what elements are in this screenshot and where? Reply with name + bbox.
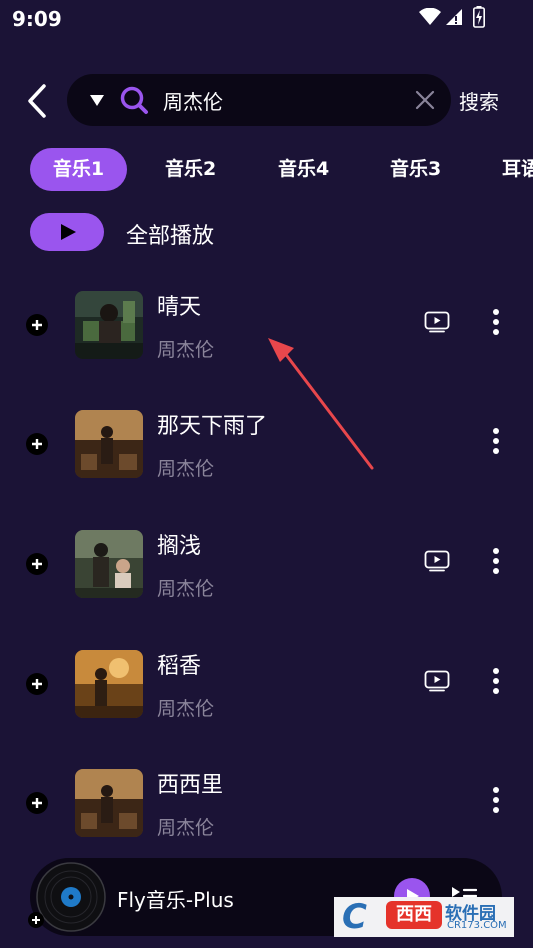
status-icons [419,6,495,28]
album-cover [75,769,143,837]
add-to-playlist-button[interactable] [26,553,48,575]
plus-icon [32,320,42,330]
add-to-playlist-button[interactable] [26,433,48,455]
battery-charging-icon [473,6,485,28]
add-to-playlist-button[interactable] [26,792,48,814]
song-artist: 周杰伦 [157,578,215,600]
more-options-icon[interactable] [484,666,508,696]
song-title: 搁浅 [157,534,202,559]
more-options-icon[interactable] [484,546,508,576]
status-time: 9:09 [12,7,62,31]
search-box[interactable] [67,74,451,126]
clear-icon[interactable] [415,90,435,110]
song-title: 西西里 [157,773,224,798]
tab-music-2[interactable]: 音乐2 [165,148,216,191]
song-row[interactable]: 那天下雨了 周杰伦 [0,406,533,516]
plus-icon [32,439,42,449]
song-artist: 周杰伦 [157,817,215,839]
music-video-icon[interactable] [424,311,450,333]
add-to-playlist-button[interactable] [26,673,48,695]
tab-music-1[interactable]: 音乐1 [30,148,127,191]
song-row[interactable]: 搁浅 周杰伦 [0,526,533,636]
watermark-letter: C [342,897,367,937]
tab-music-4[interactable]: 音乐4 [278,148,329,191]
search-submit-button[interactable]: 搜索 [459,86,499,115]
now-playing-title: Fly音乐-Plus [117,888,234,912]
add-to-playlist-button[interactable] [26,314,48,336]
song-title: 稻香 [157,654,202,679]
dropdown-triangle-icon[interactable] [89,93,105,107]
back-arrow-icon [28,84,46,118]
search-input[interactable] [163,85,393,115]
plus-icon [32,916,40,924]
search-icon [120,86,148,114]
status-bar: 9:09 [0,0,533,36]
music-video-icon[interactable] [424,550,450,572]
tab-whisper[interactable]: 耳语 [502,148,533,191]
category-tabs: 音乐1 音乐2 音乐4 音乐3 耳语 [0,148,533,192]
more-options-icon[interactable] [484,785,508,815]
play-all-button[interactable] [30,213,104,251]
song-artist: 周杰伦 [157,339,215,361]
watermark-domain: CR173.COM [447,920,507,931]
album-cover [75,291,143,359]
album-cover [75,410,143,478]
music-video-icon[interactable] [424,670,450,692]
plus-icon [32,559,42,569]
more-options-icon[interactable] [484,307,508,337]
tab-music-3[interactable]: 音乐3 [390,148,441,191]
vinyl-disc-icon [36,862,106,932]
wifi-icon [419,8,441,25]
app-screen: 9:09 周杰伦 搜索 音乐1 音乐2 音乐4 音乐3 耳语 全部播放 晴天 周… [0,0,533,948]
plus-icon [32,798,42,808]
play-icon [61,224,76,240]
play-all-label[interactable]: 全部播放 [126,218,214,250]
plus-icon [32,679,42,689]
watermark-logo: C 西西 软件园 CR173.COM [334,897,514,937]
song-title: 晴天 [157,295,202,320]
song-artist: 周杰伦 [157,458,215,480]
player-add-button[interactable] [28,912,44,928]
song-row[interactable]: 晴天 周杰伦 [0,287,533,397]
song-row[interactable]: 稻香 周杰伦 [0,646,533,756]
more-options-icon[interactable] [484,426,508,456]
back-button[interactable] [22,82,56,120]
signal-icon [446,9,462,25]
song-title: 那天下雨了 [157,414,268,439]
song-artist: 周杰伦 [157,698,215,720]
watermark-badge: 西西 [386,901,442,929]
album-cover [75,650,143,718]
album-cover [75,530,143,598]
